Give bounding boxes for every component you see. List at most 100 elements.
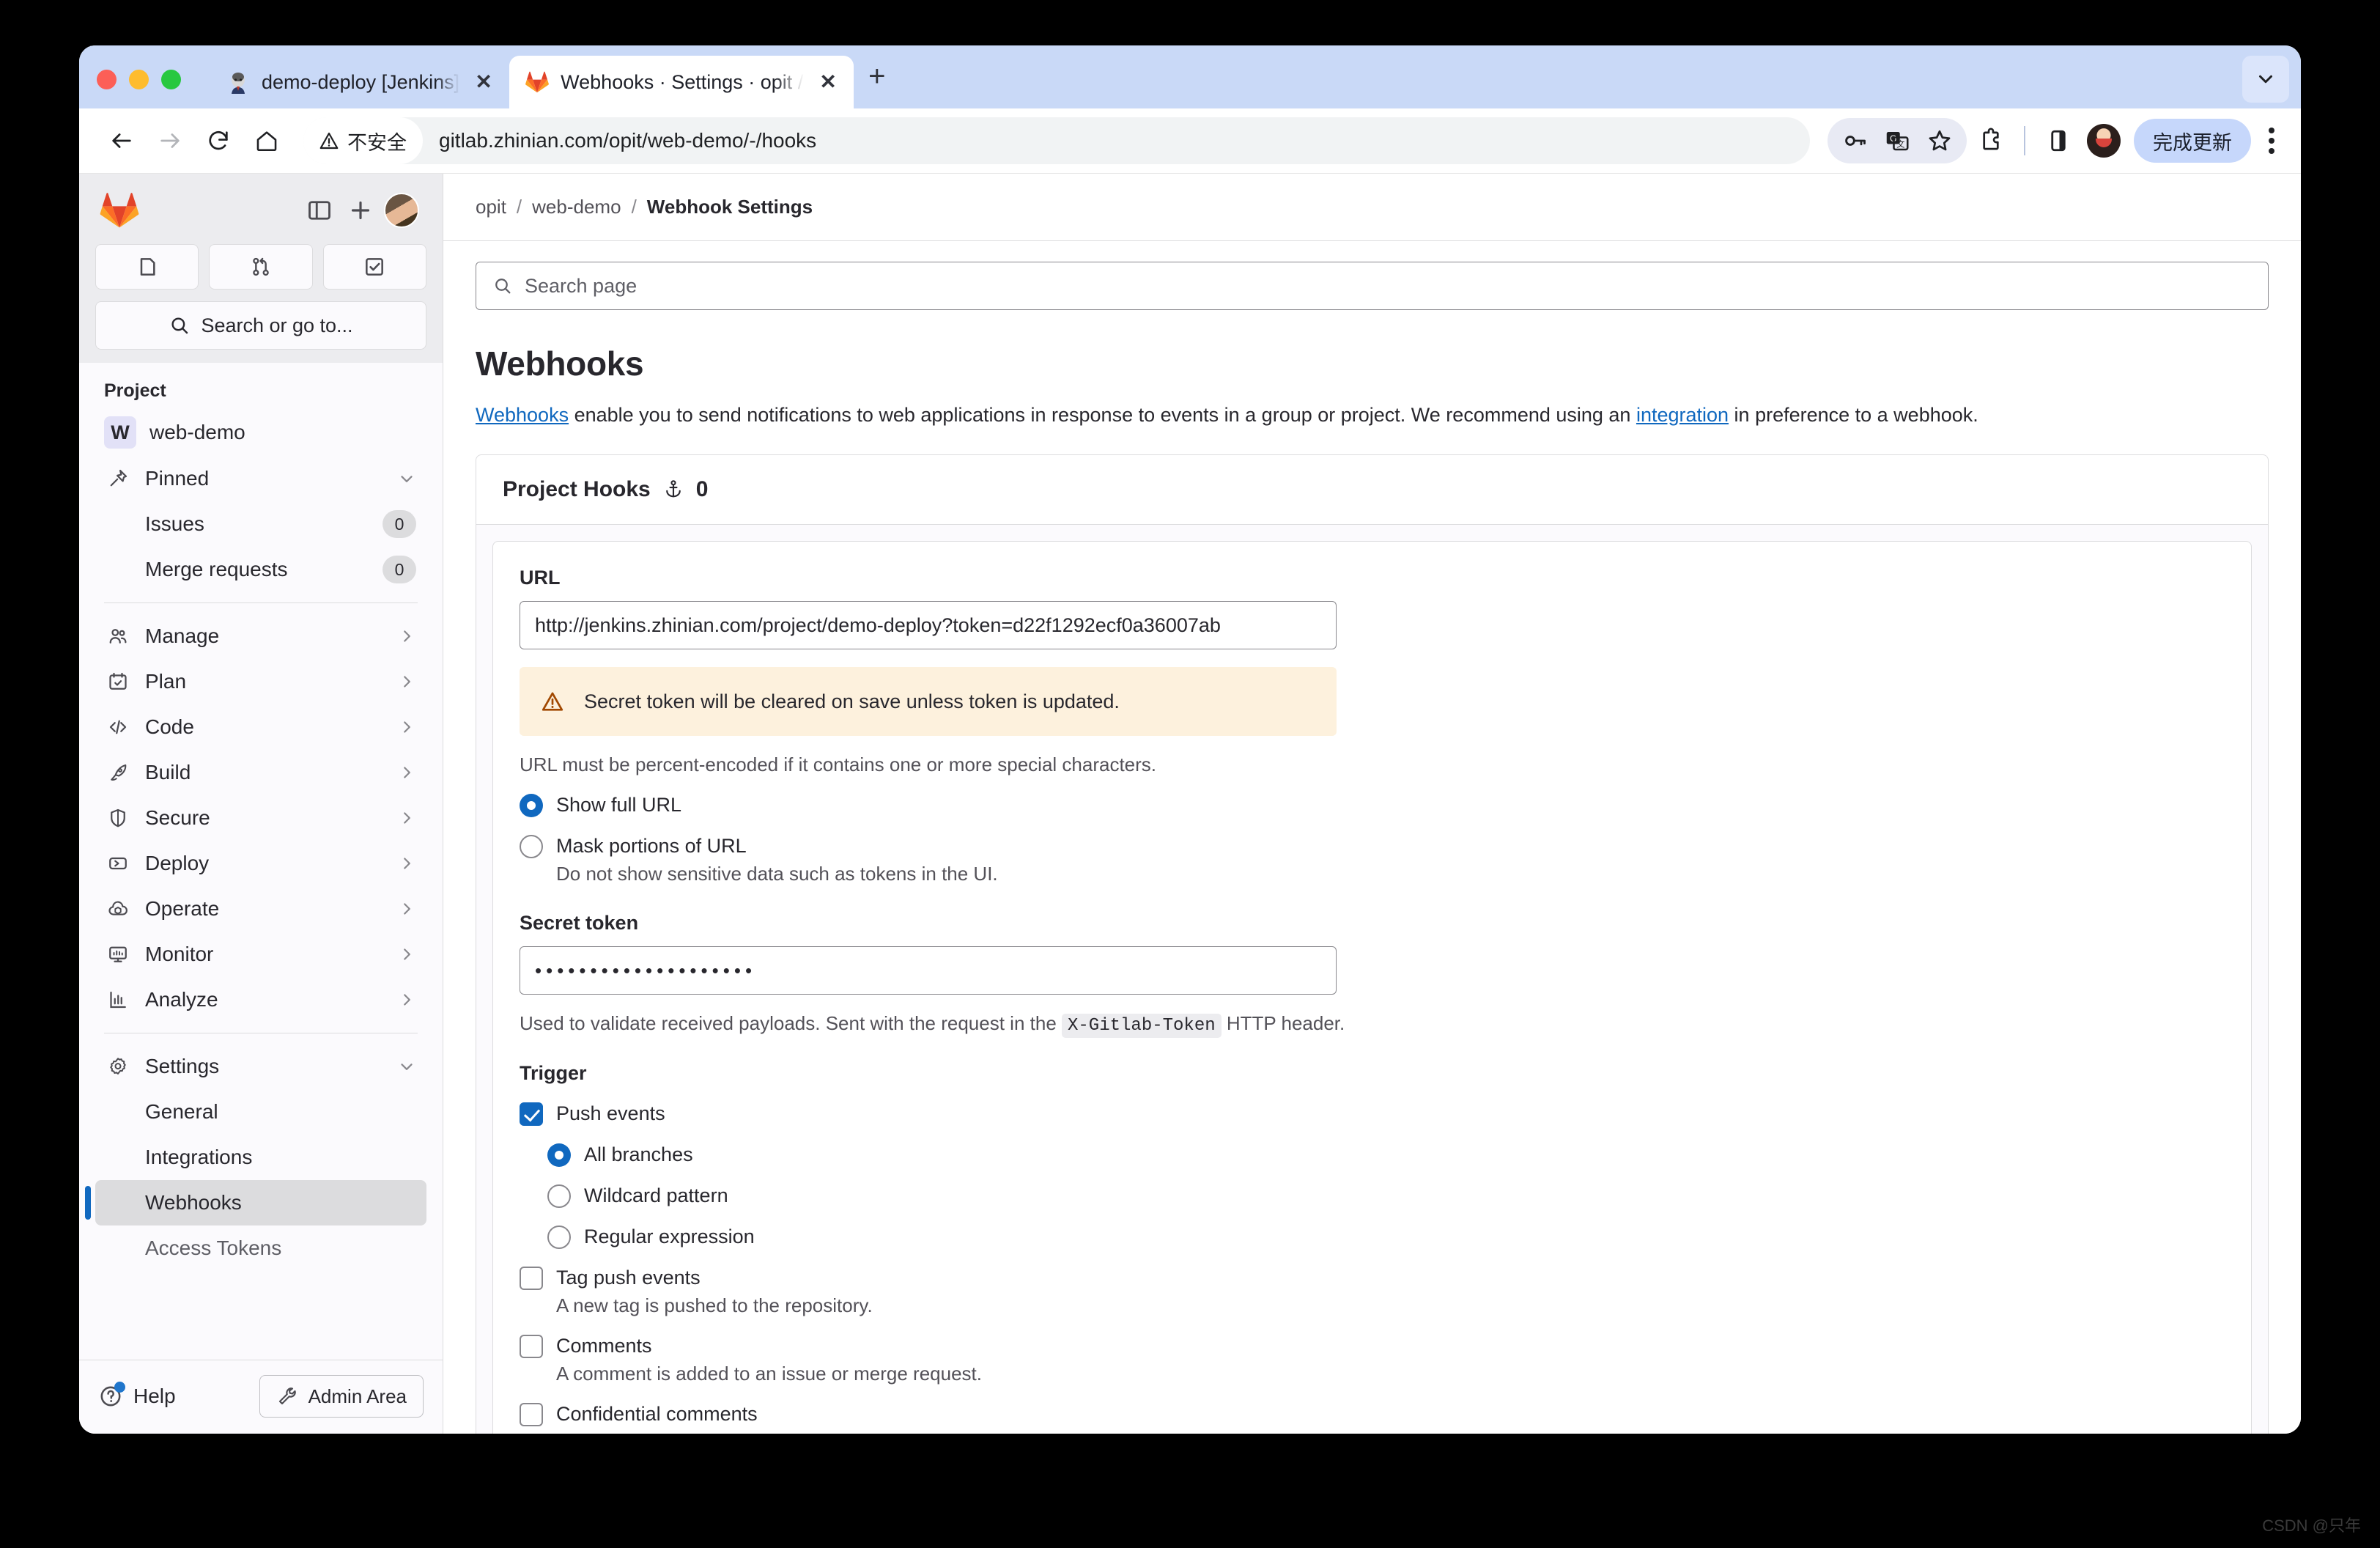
reload-button[interactable] (198, 120, 239, 161)
chrome-menu-button[interactable] (2254, 128, 2285, 154)
tab-strip: demo-deploy [Jenkins] ✕ Webhooks · Setti… (79, 45, 2301, 108)
sidebar-item-deploy[interactable]: Deploy (95, 841, 426, 886)
radio-all-branches[interactable] (547, 1143, 571, 1168)
checkbox-tag-push-events[interactable] (520, 1267, 543, 1291)
project-initial-badge: W (104, 416, 136, 449)
sidebar-header: Search or go to... (79, 174, 443, 363)
update-label: 完成更新 (2153, 131, 2232, 154)
gitlab-logo-icon[interactable] (100, 192, 139, 229)
sidebar-item-project[interactable]: W web-demo (95, 409, 426, 456)
integration-doc-link[interactable]: integration (1636, 404, 1729, 426)
sidebar-item-pinned[interactable]: Pinned (95, 456, 426, 501)
sidebar-item-access-tokens[interactable]: Access Tokens (95, 1226, 426, 1271)
bookmark-button[interactable] (1918, 119, 1961, 162)
trigger-confidential-comments[interactable]: Confidential comments (520, 1401, 2225, 1427)
search-input[interactable]: Search or go to... (95, 301, 426, 350)
quick-action-merge-requests[interactable] (209, 244, 313, 290)
sidebar-item-label: Webhooks (145, 1191, 242, 1214)
password-manager-button[interactable] (1833, 119, 1876, 162)
sidebar-item-build[interactable]: Build (95, 750, 426, 795)
home-button[interactable] (246, 120, 287, 161)
browser-tab-jenkins[interactable]: demo-deploy [Jenkins] ✕ (210, 56, 509, 108)
sidebar-item-operate[interactable]: Operate (95, 886, 426, 932)
sidebar-section-label: Project (104, 380, 166, 401)
side-panel-button[interactable] (2037, 119, 2080, 162)
sidebar-item-label: Settings (145, 1055, 220, 1077)
sidebar-item-secure[interactable]: Secure (95, 795, 426, 841)
branch-option-wildcard-pattern[interactable]: Wildcard pattern (547, 1183, 2225, 1209)
breadcrumb-group[interactable]: opit (476, 196, 506, 218)
radio-show-full-url[interactable] (520, 794, 543, 818)
sidebar-item-label: Build (145, 761, 191, 784)
merge-requests-icon (253, 257, 269, 276)
sidebar-item-settings[interactable]: Settings (95, 1044, 426, 1089)
breadcrumb-separator: / (631, 196, 637, 218)
radio-mask-portions-of-url[interactable] (520, 835, 543, 859)
sidebar-item-label: Secure (145, 806, 210, 829)
sidebar-item-plan[interactable]: Plan (95, 659, 426, 704)
users-icon (106, 625, 130, 647)
anchor-hook-icon (665, 480, 681, 498)
page-title: Webhooks (476, 344, 644, 383)
browser-window: demo-deploy [Jenkins] ✕ Webhooks · Setti… (79, 45, 2301, 1434)
site-security-chip[interactable]: 不安全 (303, 117, 423, 164)
maximize-window-button[interactable] (161, 70, 181, 89)
help-button[interactable]: Help (98, 1382, 176, 1409)
sidebar-item-general[interactable]: General (95, 1089, 426, 1135)
sidebar-item-code[interactable]: Code (95, 704, 426, 750)
sidebar-item-webhooks[interactable]: Webhooks (85, 1180, 426, 1226)
sidebar-item-merge-requests[interactable]: Merge requests 0 (95, 547, 426, 592)
quick-action-issues[interactable] (95, 244, 199, 290)
checkbox-confidential-comments[interactable] (520, 1403, 543, 1427)
checkbox-push-events[interactable] (520, 1102, 543, 1127)
close-tab-button[interactable]: ✕ (471, 72, 496, 92)
sidebar-item-analyze[interactable]: Analyze (95, 977, 426, 1022)
translate-button[interactable]: G 文 (1876, 119, 1918, 162)
forward-button[interactable] (149, 120, 191, 161)
tab-list-chevron-button[interactable] (2242, 56, 2289, 103)
branch-option-regular-expression[interactable]: Regular expression (547, 1224, 2225, 1250)
search-page-input[interactable]: Search page (476, 262, 2269, 310)
plus-icon (351, 201, 370, 220)
sidebar-collapse-button[interactable] (299, 190, 340, 231)
new-tab-button[interactable]: + (854, 62, 900, 108)
address-bar[interactable]: 不安全 gitlab.zhinian.com/opit/web-demo/-/h… (303, 117, 1810, 164)
radio-wildcard-pattern[interactable] (547, 1184, 571, 1209)
url-mode-option-mask[interactable]: Mask portions of URL Do not show sensiti… (520, 833, 2225, 885)
quick-action-todos[interactable] (322, 244, 426, 290)
minimize-window-button[interactable] (129, 70, 149, 89)
trigger-tag-push-events[interactable]: Tag push events A new tag is pushed to t… (520, 1265, 2225, 1317)
secret-token-input[interactable]: •••••••••••••••••••• (520, 946, 1337, 995)
extensions-button[interactable] (1970, 119, 2012, 162)
update-chrome-button[interactable]: 完成更新 (2134, 119, 2251, 163)
sidebar-item-issues[interactable]: Issues 0 (95, 501, 426, 547)
close-window-button[interactable] (97, 70, 117, 89)
create-new-button[interactable] (340, 190, 381, 231)
sidebar-item-label: Operate (145, 897, 220, 920)
branch-option-all-branches[interactable]: All branches (547, 1142, 2225, 1168)
calendar-icon (106, 671, 130, 693)
issues-count-badge: 0 (382, 510, 416, 538)
user-menu-button[interactable] (381, 190, 422, 231)
radio-regular-expression[interactable] (547, 1226, 571, 1250)
back-button[interactable] (101, 120, 142, 161)
content-scroll-area: Search page Webhooks Webhooks enable you… (443, 241, 2301, 1434)
trigger-push-events[interactable]: Push events (520, 1101, 2225, 1127)
sidebar-item-monitor[interactable]: Monitor (95, 932, 426, 977)
checkbox-comments[interactable] (520, 1335, 543, 1359)
url-input[interactable]: http://jenkins.zhinian.com/project/demo-… (520, 601, 1337, 650)
profile-button[interactable] (2082, 119, 2125, 162)
search-placeholder: Search or go to... (201, 314, 353, 336)
merge-requests-count-badge: 0 (382, 556, 416, 583)
url-text[interactable]: gitlab.zhinian.com/opit/web-demo/-/hooks (423, 129, 816, 152)
warning-triangle-icon (319, 132, 339, 150)
url-mode-option-show-full[interactable]: Show full URL (520, 792, 2225, 818)
trigger-comments[interactable]: Comments A comment is added to an issue … (520, 1333, 2225, 1385)
browser-tab-gitlab[interactable]: Webhooks · Settings · opit / w ✕ (509, 56, 854, 108)
sidebar-item-manage[interactable]: Manage (95, 613, 426, 659)
webhooks-doc-link[interactable]: Webhooks (476, 404, 569, 426)
sidebar-item-integrations[interactable]: Integrations (95, 1135, 426, 1180)
close-tab-button[interactable]: ✕ (816, 72, 840, 92)
admin-area-button[interactable]: Admin Area (259, 1375, 424, 1418)
breadcrumb-project[interactable]: web-demo (532, 196, 621, 218)
